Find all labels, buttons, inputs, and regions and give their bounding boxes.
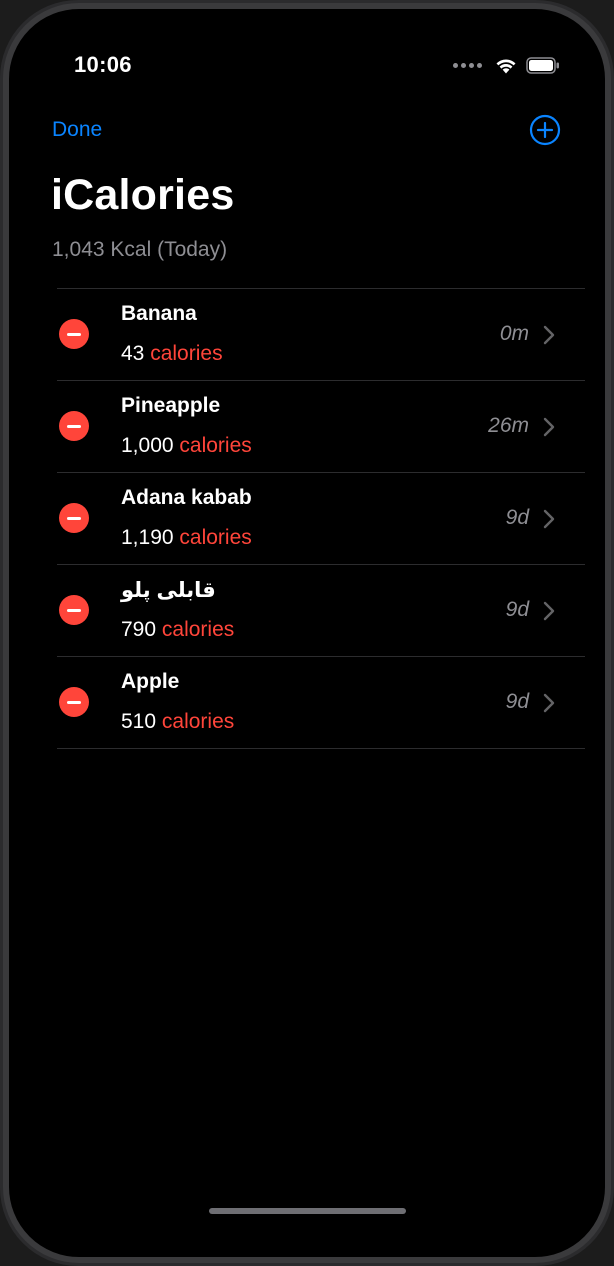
calorie-unit: calories [161,618,235,641]
food-name: Banana [121,302,197,325]
food-row[interactable]: Banana 43 calories 0m [57,289,585,381]
battery-icon [526,56,559,74]
delete-button[interactable] [59,687,89,717]
status-icons [453,56,560,74]
home-indicator[interactable] [209,1208,406,1214]
calorie-value: 510 [121,710,157,733]
calorie-unit: calories [161,710,235,733]
food-calories: 790 calories [121,618,234,642]
delete-button[interactable] [59,595,89,625]
calorie-unit: calories [179,434,252,457]
wifi-icon [496,59,516,74]
calorie-value: 1,190 [121,526,174,549]
app-screen: 10:06 Done iCalories 1,043 Kcal (Today) [14,14,600,1252]
calorie-unit: calories [179,526,252,549]
delete-button[interactable] [59,503,89,533]
chevron-right-icon [543,417,555,437]
chevron-right-icon [543,509,555,529]
food-name: Apple [121,670,180,693]
food-list: Banana 43 calories 0m Pineapple 1,000 ca… [57,288,585,749]
food-calories: 1,190 calories [121,526,252,550]
food-time-ago: 26m [488,414,529,437]
food-time-ago: 9d [505,690,529,713]
food-time-ago: 0m [499,322,529,345]
minus-icon [67,516,81,520]
minus-icon [67,332,81,336]
calorie-unit: calories [150,342,223,365]
calorie-value: 790 [121,618,157,641]
plus-circle-icon [529,114,561,146]
page-title: iCalories [51,171,235,219]
chevron-right-icon [543,693,555,713]
done-button[interactable]: Done [52,118,102,142]
food-time-ago: 9d [505,598,529,621]
delete-button[interactable] [59,319,89,349]
food-calories: 43 calories [121,342,223,366]
food-row[interactable]: Apple 510 calories 9d [57,657,585,749]
minus-icon [67,608,81,612]
chevron-right-icon [543,601,555,621]
minus-icon [67,424,81,428]
calorie-value: 1,000 [121,434,174,457]
minus-icon [67,700,81,704]
food-row[interactable]: قابلی پلو 790 calories 9d [57,565,585,657]
food-row[interactable]: Adana kabab 1,190 calories 9d [57,473,585,565]
food-name: Adana kabab [121,486,252,509]
food-calories: 510 calories [121,710,234,734]
calorie-value: 43 [121,342,145,365]
food-name: Pineapple [121,394,221,417]
food-row[interactable]: Pineapple 1,000 calories 26m [57,381,585,473]
delete-button[interactable] [59,411,89,441]
daily-total-subtitle: 1,043 Kcal (Today) [52,238,228,261]
food-time-ago: 9d [505,506,529,529]
cellular-signal-icon [453,62,482,68]
chevron-right-icon [543,325,555,345]
add-button[interactable] [529,114,561,146]
status-time: 10:06 [74,52,132,77]
food-calories: 1,000 calories [121,434,252,458]
food-name: قابلی پلو [121,579,216,602]
